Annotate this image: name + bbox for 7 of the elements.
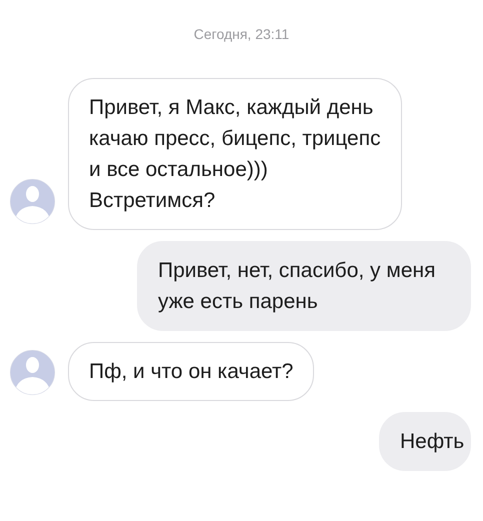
message-bubble: Привет, нет, спасибо, у меня уже есть парень: [137, 241, 471, 331]
date-label: Сегодня, 23:11: [192, 25, 290, 44]
message-bubble: Пф, и что он качает?: [68, 342, 314, 401]
avatar-icon: [10, 350, 55, 395]
avatar-icon: [10, 179, 55, 224]
message-bubble: Нефть: [379, 412, 471, 471]
message-bubble: Привет, я Макс, каждый день качаю пресс, бицепс, трицепс и все остальное))) Встретимся?: [68, 78, 402, 230]
